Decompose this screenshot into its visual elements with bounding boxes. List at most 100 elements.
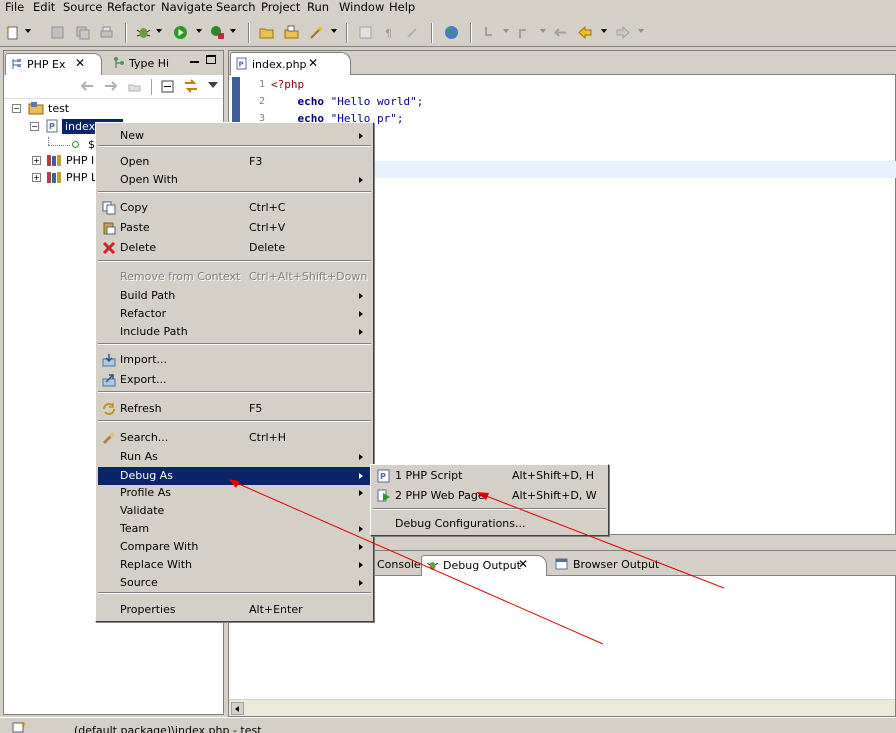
menu-window[interactable]: Window [339, 0, 384, 14]
menu-item-team[interactable]: Team [98, 520, 371, 538]
globe-icon[interactable] [444, 25, 459, 40]
pen-icon[interactable] [405, 25, 420, 40]
tab-browser-output[interactable]: Browser Output [551, 555, 659, 576]
menu-run[interactable]: Run [307, 0, 329, 14]
menu-navigate[interactable]: Navigate [161, 0, 213, 14]
back-icon[interactable] [578, 25, 593, 40]
debug-dropdown-arrow[interactable] [156, 29, 162, 33]
close-icon[interactable]: ✕ [308, 56, 318, 70]
menu-edit[interactable]: Edit [33, 0, 55, 14]
menu-item-import[interactable]: Import... [98, 351, 371, 369]
close-icon[interactable]: ✕ [75, 56, 85, 70]
menu-item-source[interactable]: Source [98, 574, 371, 592]
code-line[interactable]: echo "Hello world"; [271, 93, 896, 110]
menu-item-build-path[interactable]: Build Path [98, 287, 371, 305]
menu-item-profile-as[interactable]: Profile As [98, 484, 371, 502]
menu-refactor[interactable]: Refactor [107, 0, 155, 14]
code-line[interactable]: <?php [271, 76, 896, 93]
line-number: 1 [258, 79, 265, 90]
previous-annotation-icon[interactable] [516, 25, 531, 40]
last-edit-icon[interactable] [553, 25, 568, 40]
run-dropdown-arrow[interactable] [196, 29, 202, 33]
tree-item-label: test [48, 102, 70, 115]
next-annotation-icon[interactable] [482, 25, 497, 40]
menu-item-refactor[interactable]: Refactor [98, 305, 371, 323]
maximize-icon[interactable] [206, 55, 216, 64]
type-hierarchy-icon [114, 57, 124, 68]
menu-source[interactable]: Source [63, 0, 103, 14]
expand-toggle-icon[interactable]: + [32, 173, 41, 182]
save-all-icon[interactable] [75, 25, 90, 40]
submenu-arrow-icon [359, 133, 363, 139]
tab-type-hierarchy[interactable]: Type Hi [110, 54, 176, 74]
menu-item-copy[interactable]: Copy Ctrl+C [98, 199, 371, 217]
print-icon[interactable] [99, 25, 114, 40]
tab-console[interactable]: Console [373, 555, 421, 576]
collapse-all-icon[interactable] [161, 80, 174, 93]
back-dropdown-arrow[interactable] [601, 29, 607, 33]
submenu-item-2-php-web-page[interactable]: 2 PHP Web Page Alt+Shift+D, W [373, 486, 606, 506]
wand-icon[interactable] [309, 25, 324, 40]
menu-item-open-with[interactable]: Open With [98, 171, 371, 189]
menu-item-delete[interactable]: Delete Delete [98, 239, 371, 257]
submenu-arrow-icon [359, 544, 363, 550]
menu-file[interactable]: File [5, 0, 24, 14]
menu-item-debug-as[interactable]: Debug As [98, 467, 371, 485]
forward-icon[interactable] [615, 25, 630, 40]
forward-dropdown-arrow[interactable] [638, 29, 644, 33]
minimize-icon[interactable] [190, 61, 199, 63]
menu-item-refresh[interactable]: Refresh F5 [98, 400, 371, 418]
scroll-left-button[interactable] [231, 702, 244, 715]
view-menu-icon[interactable] [208, 82, 218, 88]
wand-dropdown-arrow[interactable] [331, 29, 337, 33]
menu-item-replace-with[interactable]: Replace With [98, 556, 371, 574]
code-token: "Hello world"; [330, 95, 424, 108]
expand-toggle-icon[interactable]: + [32, 156, 41, 165]
fast-view-icon[interactable] [12, 721, 28, 733]
back-arrow-icon[interactable] [80, 80, 94, 92]
code-token: echo [271, 95, 331, 108]
new-file-icon[interactable] [5, 25, 20, 40]
run-icon[interactable] [173, 25, 188, 40]
menu-item-open[interactable]: Open F3 [98, 153, 371, 171]
tab-debug-output[interactable]: Debug Output ✕ [421, 555, 547, 576]
tab-php-explorer[interactable]: PHP Ex ✕ [5, 53, 102, 75]
menu-help[interactable]: Help [389, 0, 415, 14]
menu-item-validate[interactable]: Validate [98, 502, 371, 520]
menu-search[interactable]: Search [216, 0, 256, 14]
previous-annotation-dropdown-arrow[interactable] [540, 29, 546, 33]
submenu-arrow-icon [359, 562, 363, 568]
forward-arrow-icon[interactable] [104, 80, 118, 92]
menu-item-search[interactable]: Search... Ctrl+H [98, 429, 371, 447]
external-tools-dropdown-arrow[interactable] [230, 29, 236, 33]
new-dropdown-arrow[interactable] [25, 29, 31, 33]
menu-item-include-path[interactable]: Include Path [98, 323, 371, 341]
horizontal-scrollbar[interactable] [229, 699, 895, 716]
submenu-item-debug-configurations[interactable]: Debug Configurations... [373, 514, 606, 534]
up-icon[interactable] [128, 79, 141, 92]
menu-item-export[interactable]: Export... [98, 371, 371, 389]
menu-item-new[interactable]: New [98, 127, 371, 145]
tab-index-php[interactable]: P index.php ✕ [230, 52, 351, 75]
open-folder-icon[interactable] [259, 25, 274, 40]
show-whitespace-icon[interactable]: ¶ [382, 25, 397, 40]
save-icon[interactable] [50, 25, 65, 40]
menu-item-label: Compare With [120, 540, 199, 553]
collapse-toggle-icon[interactable]: − [30, 122, 39, 131]
menu-item-compare-with[interactable]: Compare With [98, 538, 371, 556]
menu-item-label: Copy [120, 201, 148, 214]
menu-project[interactable]: Project [261, 0, 300, 14]
debug-icon[interactable] [136, 25, 151, 40]
menu-item-paste[interactable]: Paste Ctrl+V [98, 219, 371, 237]
submenu-arrow-icon [359, 580, 363, 586]
link-with-editor-icon[interactable] [183, 78, 199, 94]
menu-item-run-as[interactable]: Run As [98, 448, 371, 466]
toggle-mark-icon[interactable] [358, 25, 373, 40]
collapse-toggle-icon[interactable]: − [12, 104, 21, 113]
external-tools-icon[interactable] [210, 25, 225, 40]
menu-item-properties[interactable]: Properties Alt+Enter [98, 601, 371, 619]
close-icon[interactable]: ✕ [518, 555, 528, 574]
next-annotation-dropdown-arrow[interactable] [503, 29, 509, 33]
new-project-icon[interactable] [284, 25, 299, 40]
submenu-item-1-php-script[interactable]: P 1 PHP Script Alt+Shift+D, H [373, 466, 606, 486]
